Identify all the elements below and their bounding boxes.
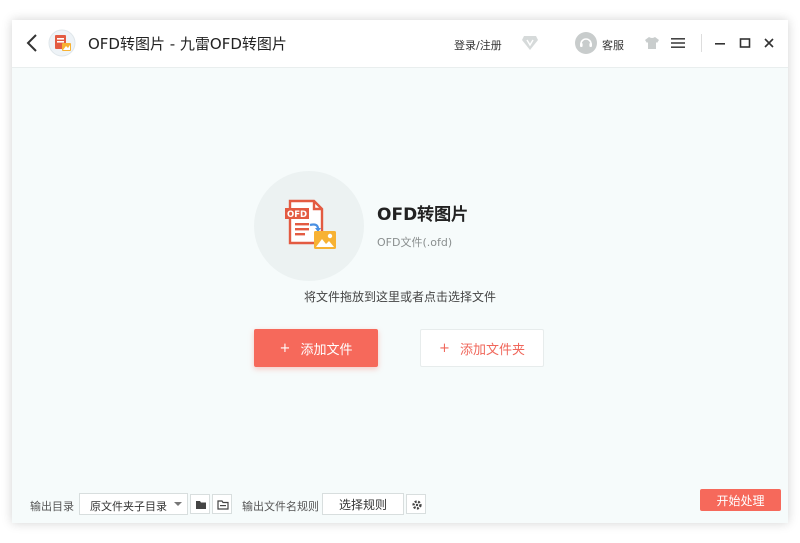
filename-rule-label: 输出文件名规则 [242,500,319,513]
add-file-button[interactable]: + 添加文件 [254,329,378,367]
app-title: OFD转图片 - 九雷OFD转图片 [88,35,287,53]
support-label[interactable]: 客服 [602,37,624,53]
select-rule-button[interactable]: 选择规则 [322,493,404,515]
open-folder-icon [217,500,229,510]
skin-shirt-icon[interactable] [644,35,660,51]
app-logo-icon [48,29,76,57]
title-bar: OFD转图片 - 九雷OFD转图片 登录/注册 客服 [12,20,788,68]
output-dir-label: 输出目录 [30,500,74,513]
rule-settings-button[interactable] [406,494,426,514]
app-window: OFD转图片 - 九雷OFD转图片 登录/注册 客服 OFD OFD转图片 OF… [12,20,788,523]
drop-hint[interactable]: 将文件拖放到这里或者点击选择文件 [12,288,788,305]
maximize-icon[interactable] [737,35,753,51]
back-icon[interactable] [22,32,44,54]
gear-icon [412,500,422,510]
output-dir-value: 原文件夹子目录 [90,500,167,513]
format-extension: OFD文件(.ofd) [377,236,453,249]
login-register-link[interactable]: 登录/注册 [454,37,502,53]
add-folder-label: 添加文件夹 [459,342,525,358]
vip-diamond-icon[interactable] [521,35,539,51]
support-avatar-icon[interactable] [575,32,597,54]
minimize-icon[interactable] [712,35,728,51]
add-folder-button[interactable]: + 添加文件夹 [420,329,544,367]
format-name: OFD转图片 [377,205,469,225]
ofd-to-image-icon: OFD [284,197,340,253]
menu-icon[interactable] [670,35,686,51]
folder-icon [196,501,206,509]
open-folder-button[interactable] [212,494,232,514]
plus-icon: + [279,340,291,356]
close-icon[interactable] [761,35,777,51]
folder-button[interactable] [190,494,210,514]
add-file-label: 添加文件 [300,342,353,358]
start-processing-button[interactable]: 开始处理 [700,489,781,511]
plus-icon: + [439,340,450,356]
svg-text:OFD: OFD [287,210,307,220]
output-dir-select[interactable]: 原文件夹子目录 [79,493,188,515]
titlebar-divider [701,34,702,52]
chevron-down-icon [174,502,182,506]
